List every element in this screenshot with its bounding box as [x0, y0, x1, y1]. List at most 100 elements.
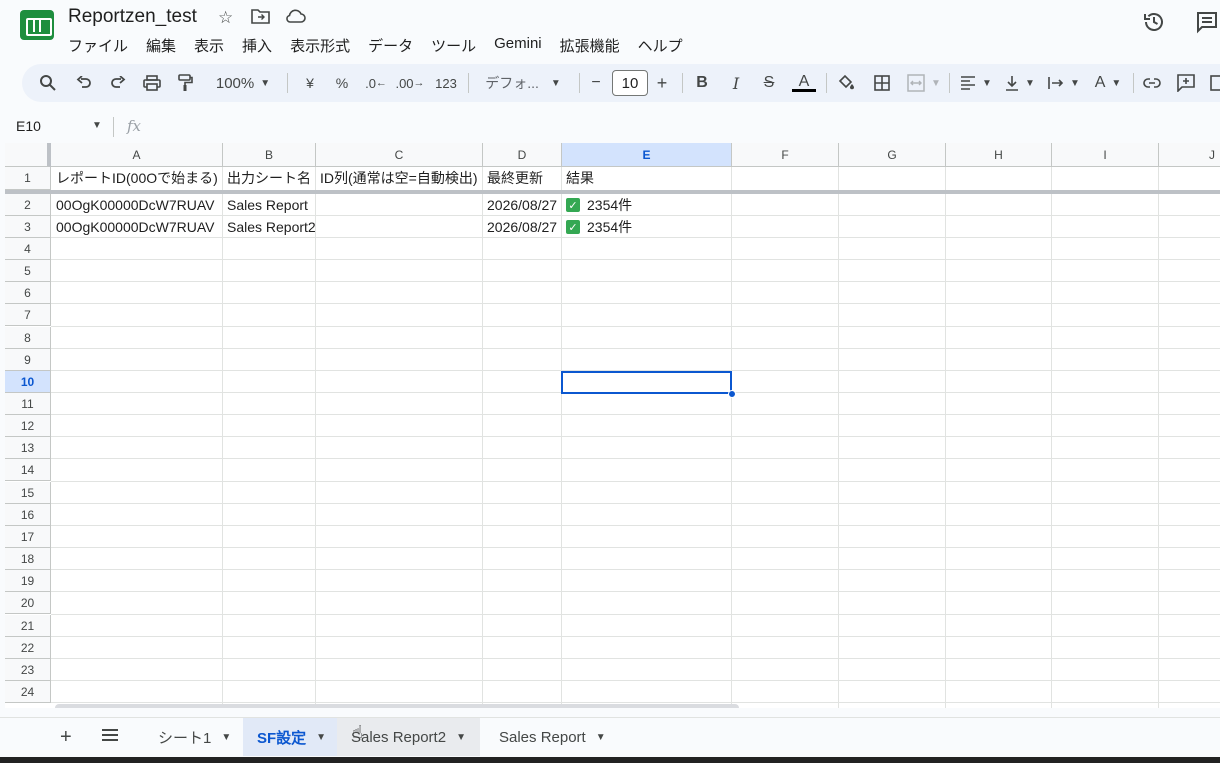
row-header-14[interactable]: 14: [5, 459, 51, 481]
menu-view[interactable]: 表示: [194, 33, 233, 58]
chevron-down-icon[interactable]: ▼: [596, 732, 606, 743]
cell-a2[interactable]: 00OgK00000DcW7RUAV: [52, 194, 222, 216]
cell-e2[interactable]: ✓ 2354件: [562, 194, 731, 216]
column-header-j[interactable]: J: [1159, 143, 1220, 167]
row-header-4[interactable]: 4: [5, 238, 51, 260]
sheet-tab-sf-settings[interactable]: SF設定 ▼: [243, 718, 341, 756]
menu-help[interactable]: ヘルプ: [638, 33, 692, 58]
document-title[interactable]: Reportzen_test: [68, 6, 197, 28]
chevron-down-icon[interactable]: ▼: [316, 732, 326, 743]
print-icon[interactable]: [140, 64, 164, 102]
horizontal-align-icon[interactable]: ▼: [958, 64, 994, 102]
all-sheets-icon[interactable]: [101, 725, 119, 748]
sheet-tab-sales-report[interactable]: Sales Report ▼: [485, 718, 620, 756]
column-header-d[interactable]: D: [483, 143, 562, 167]
increase-decimal-button[interactable]: .00 →: [395, 64, 424, 102]
cloud-saved-icon[interactable]: [284, 8, 306, 29]
row-header-12[interactable]: 12: [5, 415, 51, 437]
cell-e1[interactable]: 結果: [562, 167, 731, 189]
name-box[interactable]: E10: [16, 118, 41, 134]
select-all-corner[interactable]: [5, 143, 51, 167]
fill-color-icon[interactable]: [834, 64, 858, 102]
row-header-15[interactable]: 15: [5, 482, 51, 504]
row-header-1[interactable]: 1: [5, 167, 51, 190]
menu-data[interactable]: データ: [368, 33, 422, 58]
add-sheet-icon[interactable]: +: [60, 726, 72, 749]
decrease-font-size-button[interactable]: −: [586, 64, 606, 102]
borders-icon[interactable]: [870, 64, 894, 102]
star-icon[interactable]: ☆: [218, 8, 233, 28]
row-header-9[interactable]: 9: [5, 349, 51, 371]
row-header-18[interactable]: 18: [5, 548, 51, 570]
row-header-13[interactable]: 13: [5, 437, 51, 459]
row-header-6[interactable]: 6: [5, 282, 51, 304]
sheet-grid[interactable]: A B C D E F G H I J 1 2 3 4 5 6 7 8 9 10…: [5, 143, 1220, 708]
column-header-f[interactable]: F: [732, 143, 839, 167]
text-wrapping-icon[interactable]: ▼: [1046, 64, 1082, 102]
text-rotation-icon[interactable]: A ▼: [1090, 64, 1126, 102]
merge-cells-icon[interactable]: ▼: [905, 64, 943, 102]
row-header-3[interactable]: 3: [5, 216, 51, 238]
bold-button[interactable]: B: [690, 64, 714, 102]
insert-chart-icon[interactable]: [1206, 64, 1220, 102]
search-menus-icon[interactable]: [36, 64, 60, 102]
cell-d3[interactable]: 2026/08/27: [483, 216, 561, 238]
version-history-icon[interactable]: [1142, 10, 1166, 40]
insert-link-icon[interactable]: [1140, 64, 1164, 102]
column-header-e[interactable]: E: [562, 143, 732, 167]
vertical-align-icon[interactable]: ▼: [1002, 64, 1038, 102]
currency-format-button[interactable]: ¥: [298, 64, 322, 102]
move-folder-icon[interactable]: [251, 8, 270, 29]
column-header-a[interactable]: A: [51, 143, 223, 167]
chevron-down-icon[interactable]: ▼: [221, 732, 231, 743]
font-size-input[interactable]: 10: [612, 70, 648, 96]
row-header-2[interactable]: 2: [5, 194, 51, 216]
cell-c2[interactable]: [316, 194, 482, 216]
cell-a1[interactable]: レポートID(00Oで始まる): [52, 167, 222, 189]
chevron-down-icon[interactable]: ▼: [456, 732, 466, 743]
column-header-g[interactable]: G: [839, 143, 946, 167]
row-header-10[interactable]: 10: [5, 371, 51, 393]
undo-icon[interactable]: [72, 64, 96, 102]
fill-handle[interactable]: [728, 390, 736, 398]
column-header-c[interactable]: C: [316, 143, 483, 167]
cell-d1[interactable]: 最終更新: [483, 167, 561, 189]
menu-tools[interactable]: ツール: [431, 33, 485, 58]
menu-insert[interactable]: 挿入: [242, 33, 281, 58]
italic-button[interactable]: I: [724, 64, 748, 102]
redo-icon[interactable]: [106, 64, 130, 102]
cell-e3[interactable]: ✓ 2354件: [562, 216, 731, 238]
column-header-i[interactable]: I: [1052, 143, 1159, 167]
row-header-22[interactable]: 22: [5, 637, 51, 659]
paint-format-icon[interactable]: [173, 64, 197, 102]
cell-b2[interactable]: Sales Report: [223, 194, 315, 216]
row-header-24[interactable]: 24: [5, 681, 51, 703]
font-family-select[interactable]: デフォ... ▼: [478, 64, 568, 102]
row-header-20[interactable]: 20: [5, 592, 51, 614]
increase-font-size-button[interactable]: +: [652, 64, 672, 102]
menu-file[interactable]: ファイル: [68, 33, 137, 58]
row-header-11[interactable]: 11: [5, 393, 51, 415]
row-header-8[interactable]: 8: [5, 327, 51, 349]
cell-d2[interactable]: 2026/08/27: [483, 194, 561, 216]
strikethrough-button[interactable]: S: [757, 64, 781, 102]
row-header-21[interactable]: 21: [5, 615, 51, 637]
insert-comment-icon[interactable]: [1174, 64, 1198, 102]
active-cell-e10[interactable]: [561, 371, 732, 394]
row-header-17[interactable]: 17: [5, 526, 51, 548]
chevron-down-icon[interactable]: ▼: [92, 120, 102, 131]
number-format-button[interactable]: 123: [432, 64, 460, 102]
horizontal-scrollbar[interactable]: [55, 704, 739, 708]
row-header-19[interactable]: 19: [5, 570, 51, 592]
row-header-7[interactable]: 7: [5, 304, 51, 326]
text-color-button[interactable]: A: [790, 64, 818, 102]
cell-c3[interactable]: [316, 216, 482, 238]
menu-gemini[interactable]: Gemini: [494, 33, 551, 58]
row-header-23[interactable]: 23: [5, 659, 51, 681]
decrease-decimal-button[interactable]: .0 ←: [363, 64, 389, 102]
column-header-b[interactable]: B: [223, 143, 316, 167]
menu-extensions[interactable]: 拡張機能: [560, 33, 629, 58]
comments-icon[interactable]: [1195, 10, 1219, 40]
sheets-logo-icon[interactable]: [20, 10, 54, 40]
percent-format-button[interactable]: %: [330, 64, 354, 102]
